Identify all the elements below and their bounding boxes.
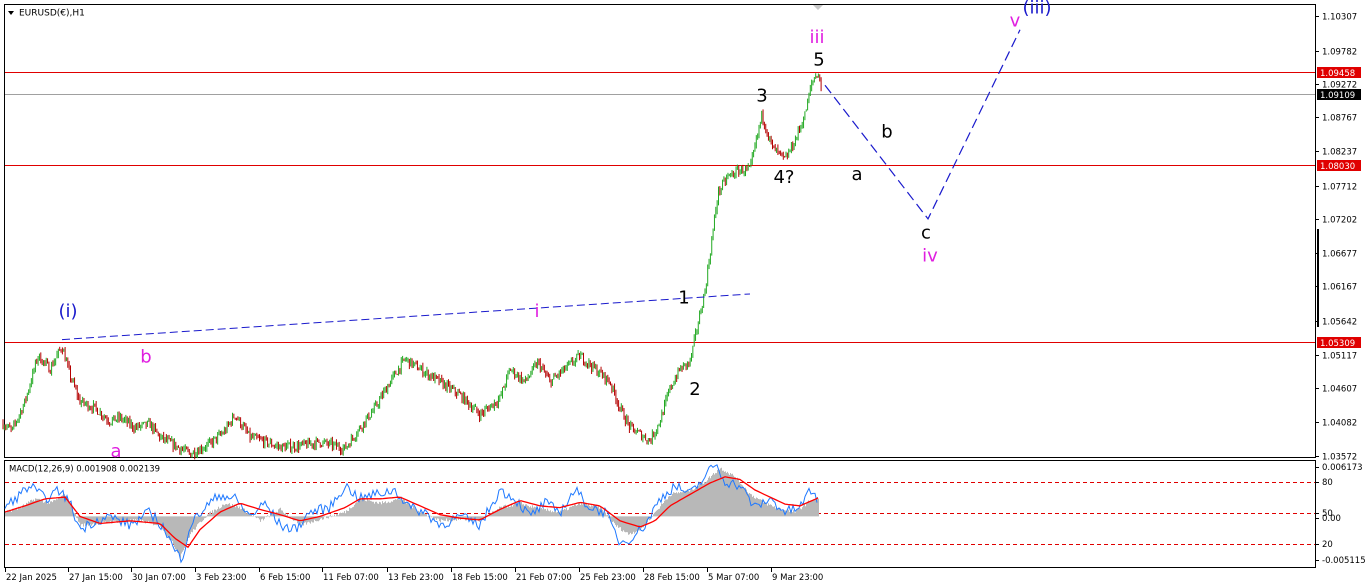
wave-label: 2	[689, 379, 700, 400]
price-tag-2: 1.09109	[1320, 91, 1355, 101]
price-tick-label: 1.07712	[1322, 183, 1357, 193]
wave-label: 1	[678, 288, 689, 309]
chart-canvas[interactable]: (i) b a i 1 2 3 4? 5 iii b a civ v(iii) 1.09458 1.0910…	[0, 0, 1366, 588]
wave-label: (i)	[58, 301, 77, 322]
wave-label: i	[534, 301, 539, 322]
wave-label: iv	[922, 245, 938, 266]
time-tick-label: 13 Feb 23:00	[388, 573, 444, 583]
time-tick-label: 3 Feb 23:00	[196, 573, 246, 583]
price-tick-label: 1.09782	[1322, 48, 1357, 58]
time-tick-label: 18 Feb 15:00	[452, 573, 508, 583]
time-tick-label: 9 Mar 23:00	[772, 573, 823, 583]
price-tick-label: 1.04607	[1322, 385, 1357, 395]
time-tick-label: 11 Feb 07:00	[323, 573, 379, 583]
price-axis: 1.09458 1.09109 1.08030 1.05309 1.10307 1.097…	[1315, 13, 1361, 463]
macd-tick-label: 20	[1322, 540, 1333, 550]
wave-label: (iii)	[1022, 0, 1051, 19]
time-tick-label: 30 Jan 07:00	[132, 573, 186, 583]
price-tick-label: 1.10307	[1322, 13, 1357, 23]
macd-tick-label: 0.006173	[1322, 463, 1363, 473]
wave-label: 4?	[773, 167, 794, 188]
wave-label: v	[1010, 11, 1021, 32]
price-tick-label: 1.05642	[1322, 318, 1357, 328]
price-tick-label: 1.03572	[1322, 453, 1357, 463]
price-tick-label: 1.08237	[1322, 148, 1357, 158]
macd-tick-label: 0.00	[1322, 514, 1341, 524]
price-tick-label: 1.06167	[1322, 283, 1357, 293]
wave-label: a	[851, 164, 862, 185]
wave-label: a	[110, 441, 121, 462]
wave-label: b	[881, 121, 892, 142]
time-tick-label: 22 Jan 2025	[6, 573, 57, 583]
time-tick-label: 27 Jan 15:00	[69, 573, 123, 583]
scale-cursor-bar	[1317, 229, 1319, 327]
price-tag-1: 1.09458	[1320, 69, 1355, 79]
price-tag-4: 1.05309	[1320, 339, 1355, 349]
price-tick-label: 1.07202	[1322, 216, 1357, 226]
time-tick-label: 28 Feb 15:00	[644, 573, 700, 583]
wave-label: iii	[809, 27, 824, 48]
time-tick-label: 25 Feb 23:00	[580, 573, 636, 583]
symbol-title: EURUSD(€),H1	[19, 9, 85, 19]
wave-label: 5	[813, 50, 824, 71]
macd-title: MACD(12,26,9) 0.001908 0.002139	[9, 465, 160, 475]
price-tick-label: 1.09272	[1322, 81, 1357, 91]
time-tick-label: 21 Feb 07:00	[516, 573, 572, 583]
price-tick-label: 1.05117	[1322, 352, 1357, 362]
wave-label: c	[921, 223, 931, 244]
time-axis: 22 Jan 2025 27 Jan 15:00 30 Jan 07:00 3 Feb…	[5, 568, 823, 583]
price-tag-3: 1.08030	[1320, 162, 1355, 172]
time-tick-label: 6 Feb 15:00	[260, 573, 310, 583]
macd-axis: 0.00617380500.0020-0.005115	[1315, 463, 1366, 566]
time-tick-label: 5 Mar 07:00	[708, 573, 759, 583]
wave-label: 3	[756, 86, 767, 107]
price-tick-label: 1.06677	[1322, 250, 1357, 260]
price-tick-label: 1.08767	[1322, 114, 1357, 124]
price-tick-label: 1.04082	[1322, 419, 1357, 429]
macd-tick-label: -0.005115	[1322, 556, 1366, 566]
macd-tick-label: 80	[1322, 478, 1333, 488]
wave-label: b	[140, 346, 151, 367]
